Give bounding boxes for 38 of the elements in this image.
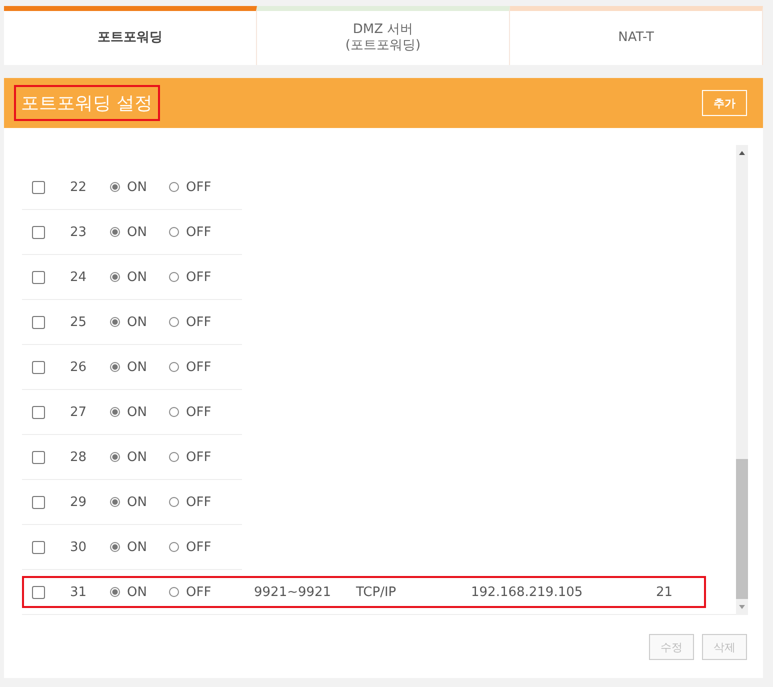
table-cell-text: 192.168.219.105 bbox=[471, 584, 584, 600]
row-number: 26 bbox=[70, 360, 88, 374]
panel-title: 포트포워딩 설정 bbox=[14, 85, 160, 121]
radio-label: ON bbox=[127, 584, 147, 600]
radio-label: ON bbox=[127, 180, 147, 194]
radio-label: OFF bbox=[186, 404, 212, 420]
row-number: 27 bbox=[70, 404, 88, 420]
row-number: 29 bbox=[70, 494, 88, 510]
radio-label: OFF bbox=[186, 360, 212, 374]
radio-label: OFF bbox=[186, 584, 212, 600]
radio-label: OFF bbox=[186, 540, 212, 554]
tab[interactable]: DMZ 서버 (포트포워딩) bbox=[257, 6, 510, 65]
table-cell-text: 9921~9921 bbox=[253, 584, 332, 600]
radio-label: ON bbox=[127, 270, 147, 284]
radio-label: ON bbox=[127, 314, 147, 330]
table-cell-text: TCP/IP bbox=[356, 584, 398, 600]
radio-label: OFF bbox=[186, 450, 212, 464]
radio-label: ON bbox=[127, 360, 147, 374]
radio-label: ON bbox=[127, 540, 147, 554]
row-number: 23 bbox=[70, 224, 88, 240]
row-number: 24 bbox=[70, 270, 88, 284]
row-number: 31 bbox=[70, 584, 88, 600]
radio-label: OFF bbox=[186, 494, 212, 510]
row-number: 25 bbox=[70, 314, 88, 330]
radio-label: ON bbox=[127, 494, 147, 510]
radio-label: ON bbox=[127, 450, 147, 464]
radio-label: OFF bbox=[186, 180, 212, 194]
radio-label: OFF bbox=[186, 224, 212, 240]
radio-label: ON bbox=[127, 404, 147, 420]
radio-label: OFF bbox=[186, 270, 212, 284]
table-cell-text: 21 bbox=[656, 584, 674, 600]
radio-label: ON bbox=[127, 224, 147, 240]
tab[interactable]: NAT-T bbox=[510, 6, 763, 65]
tab[interactable]: 포트포워딩 bbox=[4, 6, 257, 65]
row-number: 28 bbox=[70, 450, 88, 464]
row-number: 22 bbox=[70, 180, 88, 194]
row-number: 30 bbox=[70, 540, 88, 554]
radio-label: OFF bbox=[186, 314, 212, 330]
